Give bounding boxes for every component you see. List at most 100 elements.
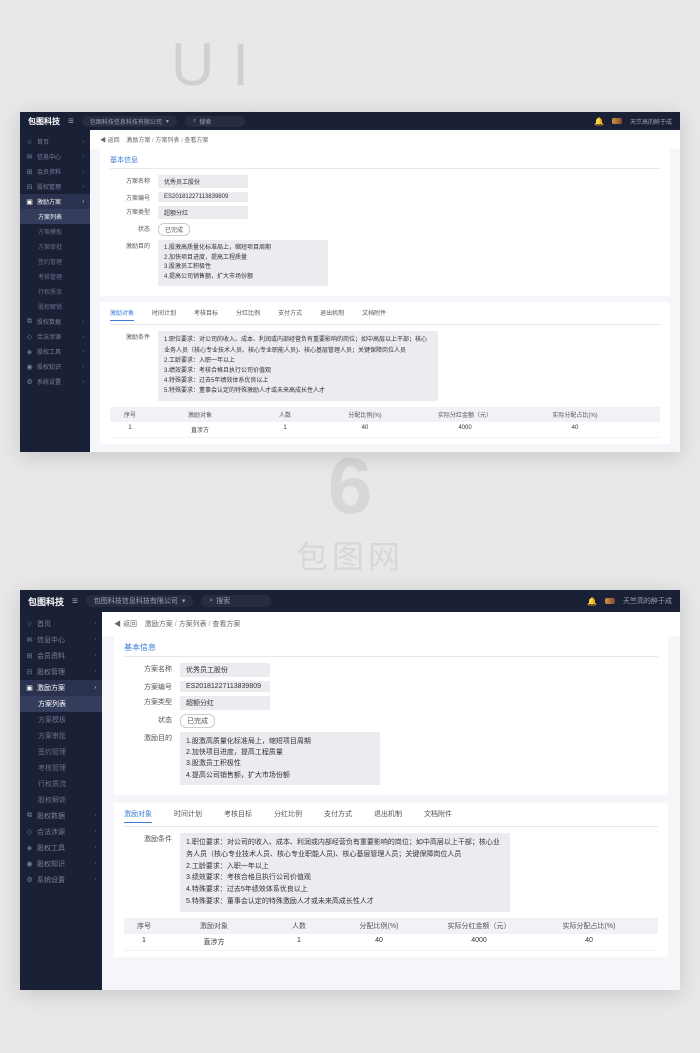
sidebar-subitem[interactable]: 方案审批: [20, 239, 90, 254]
bell-icon[interactable]: 🔔: [587, 597, 597, 606]
tab[interactable]: 文档附件: [424, 809, 452, 823]
tab[interactable]: 激励对象: [124, 809, 152, 823]
username: 天竺高的醉于成: [630, 117, 672, 126]
sidebar-item[interactable]: ✉信息中心›: [20, 632, 102, 648]
sidebar-item[interactable]: ⧉股权数据›: [20, 314, 90, 329]
sidebar-item[interactable]: ▣激励方案›: [20, 194, 90, 209]
search-input[interactable]: ⌕ 搜索: [185, 116, 245, 127]
chevron-right-icon: ›: [82, 334, 84, 340]
th: 激励对象: [150, 410, 250, 419]
watermark-logo: 6: [296, 440, 404, 532]
crumb-2[interactable]: 方案列表: [155, 138, 179, 144]
sidebar-item[interactable]: ◇合法涉源›: [20, 329, 90, 344]
label-goal: 激励目的: [110, 240, 150, 250]
sidebar-item[interactable]: ☆首页›: [20, 616, 102, 632]
sidebar-label: 首页: [37, 137, 78, 146]
breadcrumb: ◀ 返回 激励方案 / 方案列表 / 查看方案: [102, 612, 680, 636]
sidebar-item[interactable]: ◉股权知识›: [20, 856, 102, 872]
sidebar-subitem[interactable]: 行权质流: [20, 284, 90, 299]
sidebar-subitem[interactable]: 行权质流: [20, 776, 102, 792]
org-name: 包图科技信息科技有限公司: [90, 117, 162, 126]
sidebar-item[interactable]: ◈股权工具›: [20, 344, 90, 359]
tab[interactable]: 激励对象: [110, 308, 134, 321]
sidebar-subitem[interactable]: 方案模板: [20, 712, 102, 728]
sidebar-subitem[interactable]: 签约管理: [20, 254, 90, 269]
table-header: 序号激励对象人数分配比例(%)实际分红金额（元）实际分配占比(%): [110, 407, 660, 422]
sidebar-subitem[interactable]: 签约管理: [20, 744, 102, 760]
avatar[interactable]: [605, 598, 615, 604]
sidebar-item[interactable]: ◇合法涉源›: [20, 824, 102, 840]
sidebar-icon: ⊟: [26, 668, 33, 676]
sidebar-label: 系统设置: [37, 377, 78, 386]
crumb-2[interactable]: 方案列表: [179, 621, 207, 628]
sidebar-item[interactable]: ⊞会员资料›: [20, 164, 90, 179]
tab[interactable]: 退出机制: [320, 308, 344, 321]
sidebar: ☆首页›✉信息中心›⊞会员资料›⊟股权管理›▣激励方案›方案列表方案模板方案审批…: [20, 130, 90, 452]
crumb-1[interactable]: 激励方案: [145, 621, 173, 628]
sidebar-subitem[interactable]: 股权解锁: [20, 299, 90, 314]
back-link[interactable]: ◀ 返回: [100, 138, 120, 144]
bell-icon[interactable]: 🔔: [594, 117, 604, 126]
hamburger-icon[interactable]: ≡: [68, 116, 74, 127]
sidebar-item[interactable]: ⊟股权管理›: [20, 664, 102, 680]
tab[interactable]: 支付方式: [324, 809, 352, 823]
value-name: 优秀员工股份: [158, 175, 248, 188]
goal-line: 2.加快项目进度，提高工程质量: [164, 254, 322, 264]
sidebar-item[interactable]: ▣激励方案›: [20, 680, 102, 696]
sidebar-icon: ⚙: [26, 378, 33, 386]
back-link[interactable]: ◀ 返回: [114, 621, 137, 628]
label-goal: 激励目的: [124, 732, 172, 743]
sidebar-icon: ✉: [26, 636, 33, 644]
tab[interactable]: 文档附件: [362, 308, 386, 321]
sidebar-subitem[interactable]: 考核管理: [20, 760, 102, 776]
crumb-1[interactable]: 激励方案: [126, 138, 150, 144]
chevron-right-icon: ›: [94, 669, 96, 675]
sidebar-item[interactable]: ⊟股权管理›: [20, 179, 90, 194]
tab[interactable]: 时间计划: [152, 308, 176, 321]
sidebar-label: 股权工具: [37, 347, 78, 356]
tab[interactable]: 支付方式: [278, 308, 302, 321]
sidebar-item[interactable]: ◉股权知识›: [20, 359, 90, 374]
chevron-right-icon: ›: [94, 877, 96, 883]
chevron-right-icon: ›: [94, 637, 96, 643]
chevron-right-icon: ›: [82, 379, 84, 385]
chevron-right-icon: ›: [94, 845, 96, 851]
sidebar-item[interactable]: ⧉股权数据›: [20, 808, 102, 824]
sidebar-item[interactable]: ⚙系统设置›: [20, 872, 102, 888]
org-selector[interactable]: 包图科技信息科技有限公司 ▾: [82, 116, 177, 127]
avatar[interactable]: [612, 118, 622, 124]
hamburger-icon[interactable]: ≡: [72, 596, 78, 607]
sidebar-item[interactable]: ⚙ 系统设置 ›: [20, 374, 90, 389]
org-selector[interactable]: 包图科技信息科技有限公司 ▾: [86, 595, 194, 607]
sidebar-item[interactable]: ⊞会员资料›: [20, 648, 102, 664]
sidebar-label: 会员资料: [37, 651, 90, 661]
tab[interactable]: 时间计划: [174, 809, 202, 823]
tab[interactable]: 分红比例: [274, 809, 302, 823]
sidebar-subitem[interactable]: 股权解锁: [20, 792, 102, 808]
search-icon: ⌕: [193, 118, 196, 125]
th: 序号: [124, 921, 164, 931]
td: 1: [110, 425, 150, 434]
tab[interactable]: 考核目标: [224, 809, 252, 823]
search-icon: ⌕: [209, 597, 213, 605]
sidebar-item[interactable]: ☆首页›: [20, 134, 90, 149]
sidebar-label: 激励方案: [37, 197, 78, 206]
sidebar-subitem[interactable]: 方案列表: [20, 696, 102, 712]
sidebar-subitem[interactable]: 方案审批: [20, 728, 102, 744]
sidebar-item[interactable]: ✉信息中心›: [20, 149, 90, 164]
chevron-right-icon: ›: [94, 813, 96, 819]
tab[interactable]: 退出机制: [374, 809, 402, 823]
data-table: 序号激励对象人数分配比例(%)实际分红金额（元）实际分配占比(%) 1直涉方14…: [124, 918, 658, 951]
table-row: 1直涉方140400040: [124, 934, 658, 951]
sidebar-item[interactable]: ◈股权工具›: [20, 840, 102, 856]
sidebar-subitem[interactable]: 考核管理: [20, 269, 90, 284]
tab[interactable]: 分红比例: [236, 308, 260, 321]
sidebar-label: 激励方案: [37, 683, 90, 693]
brand: 包图科技: [28, 595, 64, 608]
sidebar-subitem[interactable]: 方案模板: [20, 224, 90, 239]
label-name: 方案名称: [124, 663, 172, 674]
sidebar-subitem[interactable]: 方案列表: [20, 209, 90, 224]
cond-line: 4.特殊要求：过去5年绩效体系优良以上: [164, 376, 432, 386]
tab[interactable]: 考核目标: [194, 308, 218, 321]
search-input[interactable]: ⌕ 搜索: [201, 595, 271, 607]
